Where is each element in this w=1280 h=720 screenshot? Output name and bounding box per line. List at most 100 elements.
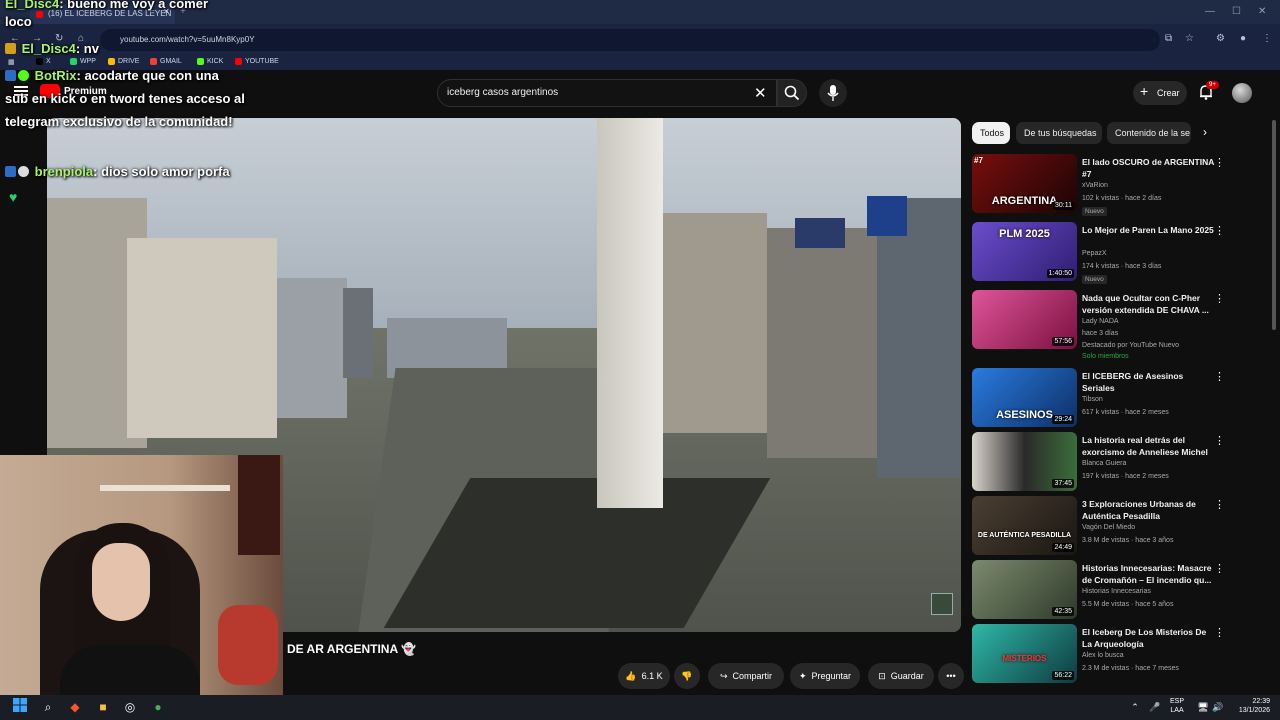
related-title[interactable]: Lo Mejor de Paren La Mano 2025: [1082, 224, 1217, 236]
featured-label: Destacado por YouTube Nuevo: [1082, 342, 1180, 349]
related-video[interactable]: DE AUTÉNTICA PESADILLA 24:49 3 Exploracio…: [972, 496, 1268, 558]
related-video[interactable]: ASESINOS 29:24 El ICEBERG de Asesinos Ser…: [972, 368, 1268, 430]
bookmark-youtube[interactable]: YOUTUBE: [235, 58, 279, 65]
related-video[interactable]: 42:35 Historias Innecesarias: Masacre de…: [972, 560, 1268, 622]
maximize-icon[interactable]: ☐: [1232, 6, 1241, 17]
more-options-icon[interactable]: ⋮: [1214, 434, 1225, 447]
menu-kebab-icon[interactable]: ⋮: [1262, 33, 1272, 44]
chrome-icon[interactable]: ●: [149, 698, 167, 716]
chat-message: El_Disc4: nv: [5, 37, 99, 60]
save-button[interactable]: ⊡ Guardar: [868, 663, 934, 689]
related-meta: 174 k vistas · hace 3 días: [1082, 263, 1162, 270]
related-channel[interactable]: PepazX: [1082, 250, 1107, 257]
dislike-button[interactable]: 👎: [674, 663, 700, 689]
related-channel[interactable]: Blanca Guiera: [1082, 460, 1126, 467]
ask-button[interactable]: ✦ Preguntar: [790, 663, 860, 689]
chip-todos[interactable]: Todos: [972, 122, 1010, 144]
voice-search-button[interactable]: [819, 79, 847, 107]
clear-search-icon[interactable]: ✕: [754, 84, 767, 102]
tray-chevron-icon[interactable]: ⌃: [1126, 698, 1144, 716]
channel-watermark-icon[interactable]: [931, 593, 953, 615]
more-actions-button[interactable]: •••: [938, 663, 964, 689]
bookmark-star-icon[interactable]: ☆: [1185, 33, 1194, 44]
related-meta: hace 3 días: [1082, 330, 1119, 337]
related-title[interactable]: El Iceberg De Los Misterios De La Arqueo…: [1082, 626, 1217, 650]
video-thumbnail[interactable]: #7 ARGENTINA 30:11: [972, 154, 1077, 213]
related-title[interactable]: Historias Innecesarias: Masacre de Croma…: [1082, 562, 1217, 586]
chat-message: BotRix: acodarte que con una: [5, 64, 219, 87]
search-taskbar-icon[interactable]: ⌕: [39, 698, 57, 716]
share-button[interactable]: ↪ Compartir: [708, 663, 784, 689]
discord-icon[interactable]: ◎: [121, 698, 139, 716]
search-query[interactable]: iceberg casos argentinos: [447, 87, 558, 98]
microphone-tray-icon[interactable]: 🎤: [1146, 698, 1164, 716]
streamer-body: [60, 645, 200, 700]
more-icon: •••: [946, 671, 956, 681]
building: [767, 228, 877, 458]
video-thumbnail[interactable]: 57:56: [972, 290, 1077, 349]
chat-message-continued: sub en kick o en tword tenes acceso al t…: [5, 91, 245, 129]
video-thumbnail[interactable]: MISTERIOS 56:22: [972, 624, 1077, 683]
mic-icon: [827, 85, 839, 101]
video-thumbnail[interactable]: PLM 2025 1:40:50: [972, 222, 1077, 281]
video-thumbnail[interactable]: 37:45: [972, 432, 1077, 491]
bot-badge-icon: [5, 166, 16, 177]
clock[interactable]: 22:39 13/1/2026: [1234, 697, 1270, 715]
related-title[interactable]: El ICEBERG de Asesinos Seriales: [1082, 370, 1217, 394]
more-options-icon[interactable]: ⋮: [1214, 292, 1225, 305]
related-video[interactable]: #7 ARGENTINA 30:11 El lado OSCURO de ARGEN…: [972, 154, 1268, 216]
account-avatar[interactable]: [1232, 83, 1252, 103]
related-channel[interactable]: Alex lo busca: [1082, 652, 1124, 659]
more-options-icon[interactable]: ⋮: [1214, 562, 1225, 575]
more-options-icon[interactable]: ⋮: [1214, 370, 1225, 383]
sidebar-scrollbar[interactable]: [1272, 120, 1276, 330]
video-thumbnail[interactable]: ASESINOS 29:24: [972, 368, 1077, 427]
taskbar: [0, 695, 1280, 720]
brave-browser-icon[interactable]: ◆: [66, 698, 84, 716]
related-video[interactable]: MISTERIOS 56:22 El Iceberg De Los Misteri…: [972, 624, 1268, 686]
volume-icon[interactable]: 🔊: [1209, 698, 1227, 716]
related-video[interactable]: 57:56 Nada que Ocultar con C-Pher versió…: [972, 290, 1268, 362]
video-thumbnail[interactable]: DE AUTÉNTICA PESADILLA 24:49: [972, 496, 1077, 555]
related-title[interactable]: El lado OSCURO de ARGENTINA #7: [1082, 156, 1217, 180]
verified-badge-icon: [18, 70, 29, 81]
url-text[interactable]: youtube.com/watch?v=5uuMn8Kyp0Y: [120, 35, 255, 44]
chip-busquedas[interactable]: De tus búsquedas: [1016, 122, 1102, 144]
youtube-icon: [235, 58, 242, 65]
related-title[interactable]: Nada que Ocultar con C-Pher versión exte…: [1082, 292, 1217, 316]
related-channel[interactable]: Tibson: [1082, 396, 1103, 403]
like-button[interactable]: 👍 6.1 K: [618, 663, 670, 689]
related-channel[interactable]: xVaRion: [1082, 182, 1108, 189]
extensions-icon[interactable]: ⚙: [1216, 33, 1225, 44]
omnibox[interactable]: [100, 29, 1160, 51]
cast-icon[interactable]: ⧉: [1165, 33, 1172, 44]
chip-contenido[interactable]: Contenido de la se: [1107, 122, 1191, 144]
language-indicator[interactable]: ESP LAA: [1170, 697, 1184, 715]
more-options-icon[interactable]: ⋮: [1214, 224, 1225, 237]
minimize-icon[interactable]: —: [1205, 6, 1215, 17]
new-badge: Nuevo: [1082, 207, 1107, 216]
related-channel[interactable]: Historias Innecesarias: [1082, 588, 1151, 595]
close-window-icon[interactable]: ✕: [1258, 6, 1266, 17]
profile-icon[interactable]: ●: [1240, 33, 1246, 44]
related-video[interactable]: 37:45 La historia real detrás del exorci…: [972, 432, 1268, 494]
sub-badge-icon: [5, 43, 16, 54]
search-icon: [784, 85, 800, 101]
related-title[interactable]: 3 Exploraciones Urbanas de Auténtica Pes…: [1082, 498, 1217, 522]
video-thumbnail[interactable]: 42:35: [972, 560, 1077, 619]
related-channel[interactable]: Lady NADA: [1082, 318, 1119, 325]
file-explorer-icon[interactable]: ■: [94, 698, 112, 716]
new-badge: Nuevo: [1082, 275, 1107, 284]
chevron-right-icon[interactable]: ›: [1203, 125, 1207, 139]
plus-icon: +: [1140, 83, 1149, 99]
search-button[interactable]: [777, 79, 807, 107]
related-title[interactable]: La historia real detrás del exorcismo de…: [1082, 434, 1217, 458]
more-options-icon[interactable]: ⋮: [1214, 626, 1225, 639]
related-meta: 197 k vistas · hace 2 meses: [1082, 473, 1169, 480]
related-video[interactable]: PLM 2025 1:40:50 Lo Mejor de Paren La Man…: [972, 222, 1268, 284]
more-options-icon[interactable]: ⋮: [1214, 156, 1225, 169]
more-options-icon[interactable]: ⋮: [1214, 498, 1225, 511]
related-channel[interactable]: Vagón Del Miedo: [1082, 524, 1135, 531]
windows-start-icon[interactable]: [11, 698, 29, 716]
billboard: [795, 218, 845, 248]
